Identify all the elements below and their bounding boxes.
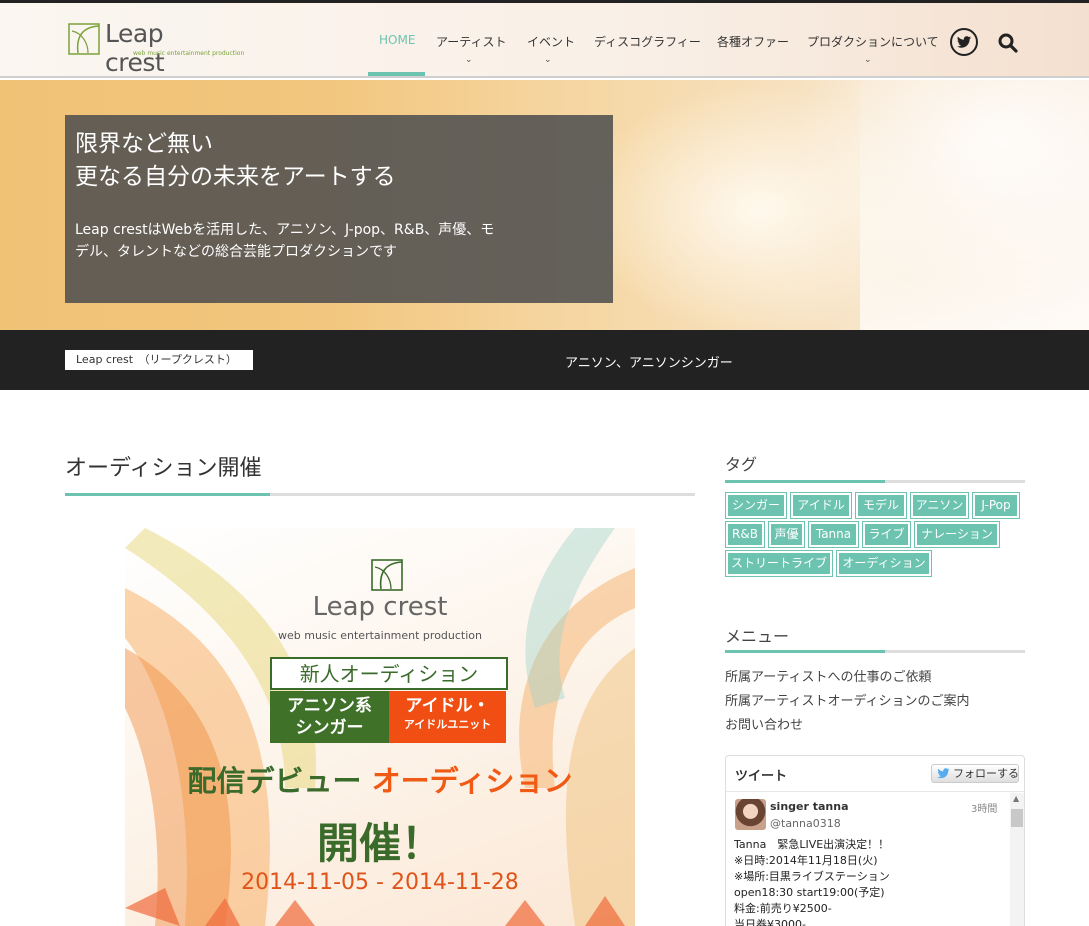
- logo-tagline: web music entertainment production: [133, 50, 245, 57]
- scroll-up-arrow-icon[interactable]: ▲: [1013, 794, 1019, 803]
- twitter-follow-button[interactable]: フォローする: [931, 764, 1019, 783]
- avatar[interactable]: [735, 799, 766, 830]
- banner-logo-text: Leap crest: [312, 592, 448, 622]
- nav-offers[interactable]: 各種オファー: [717, 33, 789, 50]
- post-title-divider-accent: [65, 493, 270, 496]
- menu-link-audition-info[interactable]: 所属アーティストオーディションのご案内: [725, 690, 970, 709]
- tweet-line: ※日時:2014年11月18日(火): [734, 854, 878, 867]
- twitter-widget-title: ツイート: [735, 769, 788, 784]
- tag-voice-actor[interactable]: 声優: [768, 521, 805, 548]
- banner-anison-singer-text: アニソン系シンガー: [287, 696, 372, 738]
- twitter-icon[interactable]: [950, 28, 978, 56]
- hero-title-line1: 限界など無い: [75, 131, 213, 157]
- site-header: Leap crest web music entertainment produ…: [0, 3, 1089, 78]
- nav-about-production[interactable]: プロダクションについて: [807, 33, 939, 50]
- banner-new-audition-label: 新人オーディション: [270, 657, 508, 690]
- twitter-follow-label: フォローする: [953, 767, 1019, 780]
- post-title[interactable]: オーディション開催: [65, 450, 261, 482]
- tag-singer[interactable]: シンガー: [725, 492, 787, 519]
- nav-active-indicator: [368, 72, 425, 76]
- hero-title: 限界など無い 更なる自分の未来をアートする: [75, 128, 396, 194]
- sidebar-tags-divider-accent: [725, 480, 885, 483]
- sidebar-menu-divider-accent: [725, 650, 885, 653]
- tag-rnb[interactable]: R&B: [725, 521, 765, 548]
- site-genre-text: アニソン、アニソンシンガー: [565, 356, 733, 371]
- sidebar-menu-heading: メニュー: [725, 627, 790, 646]
- search-icon[interactable]: [997, 32, 1019, 54]
- audition-banner-image[interactable]: Leap crest web music entertainment produ…: [125, 528, 635, 926]
- banner-headline-audition: オーディション: [371, 764, 573, 798]
- tweet-author-name[interactable]: singer tanna: [770, 800, 849, 813]
- tweet-line: Tanna 緊急LIVE出演決定！！: [734, 838, 890, 851]
- tag-jpop[interactable]: J-Pop: [972, 492, 1020, 519]
- twitter-bird-icon: [937, 768, 950, 779]
- banner-logo-mark-icon: [371, 559, 403, 591]
- banner-headline-debut: 配信デビュー: [187, 764, 362, 798]
- twitter-timeline-widget: ツイート フォローする singer tanna @tanna0318 3時間 …: [725, 755, 1025, 926]
- tweet-line: 当日券¥3000-: [734, 918, 806, 926]
- banner-idol-unit-text: アイドルユニット: [403, 718, 492, 731]
- tag-audition[interactable]: オーディション: [836, 550, 932, 577]
- site-name-label: Leap crest （リープクレスト）: [65, 350, 253, 370]
- banner-kaisai-text: 開催！: [316, 819, 443, 868]
- tag-model[interactable]: モデル: [855, 492, 907, 519]
- logo-text: Leap crest: [105, 19, 165, 77]
- hero-light-overlay: [860, 80, 1089, 330]
- hero-title-line2: 更なる自分の未来をアートする: [75, 164, 396, 190]
- chevron-down-icon: ⌄: [544, 55, 552, 65]
- sidebar-tags-heading: タグ: [725, 455, 758, 474]
- tag-narration[interactable]: ナレーション: [914, 521, 1000, 548]
- nav-artists[interactable]: アーティスト: [436, 33, 507, 50]
- chevron-down-icon: ⌄: [465, 55, 473, 65]
- tweet-author-handle[interactable]: @tanna0318: [770, 817, 841, 830]
- scrollbar-thumb[interactable]: [1011, 809, 1023, 827]
- tag-street-live[interactable]: ストリートライブ: [725, 550, 833, 577]
- tag-idol[interactable]: アイドル: [790, 492, 852, 519]
- banner-logo-tagline: web music entertainment production: [277, 629, 482, 642]
- tweet-body: Tanna 緊急LIVE出演決定！！ ※日時:2014年11月18日(火) ※場…: [734, 837, 1004, 926]
- site-logo[interactable]: Leap crest web music entertainment produ…: [68, 19, 244, 77]
- tweet-line: 料金:前売り¥2500-: [734, 902, 832, 915]
- nav-home[interactable]: HOME: [379, 33, 415, 47]
- nav-events[interactable]: イベント: [527, 33, 575, 50]
- banner-idol-label: アイドル・ アイドルユニット: [389, 691, 506, 743]
- menu-link-contact[interactable]: お問い合わせ: [725, 714, 803, 733]
- tweet-timestamp[interactable]: 3時間: [971, 800, 997, 815]
- chevron-down-icon: ⌄: [864, 55, 872, 65]
- menu-link-job-request[interactable]: 所属アーティストへの仕事のご依頼: [725, 666, 931, 685]
- tag-live[interactable]: ライブ: [862, 521, 911, 548]
- hero-description: Leap crestはWebを活用した、アニソン、J-pop、R&B、声優、モデ…: [75, 222, 495, 260]
- tweet-line: open18:30 start19:00(予定): [734, 886, 885, 899]
- tag-tanna[interactable]: Tanna: [808, 521, 859, 548]
- logo-mark-icon: [68, 23, 100, 55]
- banner-dates: 2014-11-05 - 2014-11-28: [241, 870, 519, 895]
- tweet-line: ※場所:目黒ライブステーション: [734, 870, 890, 883]
- banner-anison-singer-label: アニソン系シンガー: [270, 691, 389, 743]
- banner-idol-text: アイドル・: [405, 696, 490, 716]
- banner-headline: 配信デビュー オーディション: [125, 758, 635, 800]
- nav-discography[interactable]: ディスコグラフィー: [594, 33, 701, 50]
- tag-anison[interactable]: アニソン: [910, 492, 969, 519]
